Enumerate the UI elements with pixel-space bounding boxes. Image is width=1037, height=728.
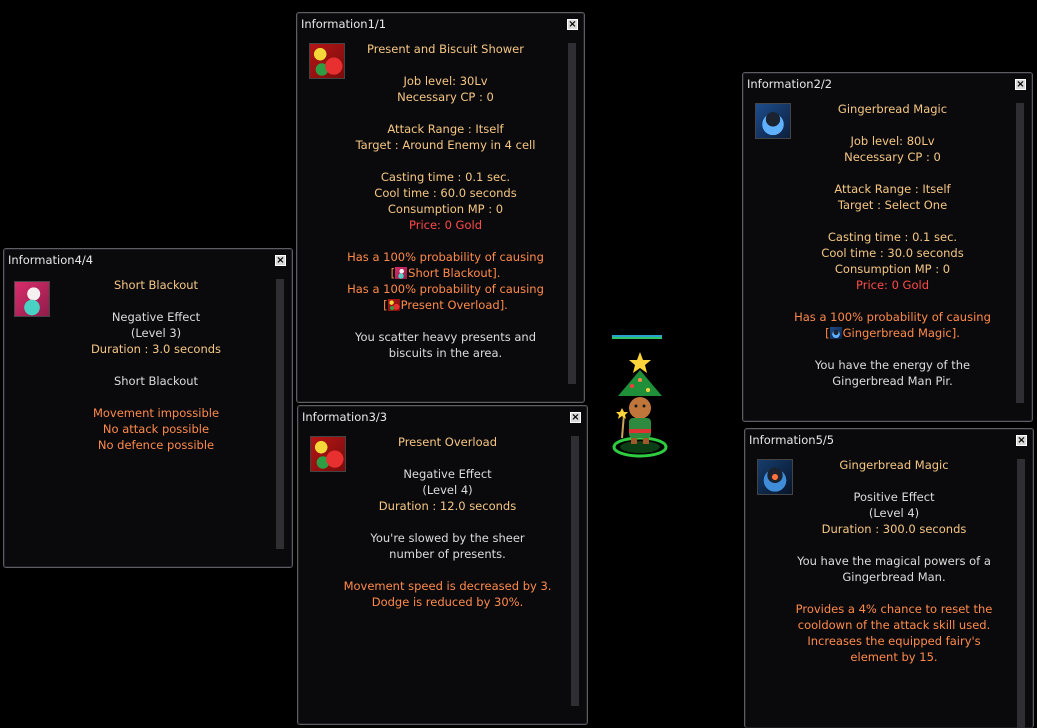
selection-ring-fill	[620, 441, 660, 453]
gingerbread-face	[629, 397, 651, 419]
description-line: You scatter heavy presents and	[355, 330, 536, 344]
short-blackout-icon	[14, 281, 50, 317]
description-line: Short Blackout	[113, 374, 199, 388]
skill-name: Present and Biscuit Shower	[367, 42, 524, 56]
effect-line: cooldown of the attack skill used.	[797, 618, 991, 632]
effect-type: Positive Effect	[853, 490, 935, 504]
effect-type: Negative Effect	[111, 310, 201, 324]
description-line: Gingerbread Man.	[842, 570, 946, 584]
description-line: Gingerbread Man Pir.	[832, 374, 953, 388]
description-line: You have the magical powers of a	[797, 554, 991, 568]
short-blackout-icon	[395, 267, 408, 279]
description-line: You have the energy of the	[814, 358, 971, 372]
effect-duration: Duration : 12.0 seconds	[378, 499, 517, 513]
info-window-4[interactable]: Information4/4 × Short Blackout Negative…	[3, 248, 293, 568]
probability-line: Has a 100% probability of causing	[794, 310, 991, 324]
price: Price: 0 Gold	[409, 218, 482, 232]
attack-range: Attack Range : Itself	[834, 182, 951, 196]
scrollbar[interactable]	[571, 436, 579, 706]
skill-name: Short Blackout	[113, 278, 199, 292]
casting-time: Casting time : 0.1 sec.	[380, 170, 511, 184]
necessary-cp: Necessary CP : 0	[844, 150, 941, 164]
cool-time: Cool time : 60.0 seconds	[374, 186, 517, 200]
scrollbar[interactable]	[276, 279, 284, 549]
necessary-cp: Necessary CP : 0	[397, 90, 494, 104]
description-line: biscuits in the area.	[388, 346, 503, 360]
effect-duration: Duration : 3.0 seconds	[90, 342, 222, 356]
hp-bar	[612, 335, 662, 337]
linked-effect[interactable]: [Short Blackout].	[337, 265, 554, 281]
wand	[621, 413, 625, 439]
window-title: Information3/3	[302, 410, 388, 424]
effect-type: Negative Effect	[403, 467, 492, 481]
consumption-mp: Consumption MP : 0	[834, 262, 951, 276]
effect-level: (Level 4)	[422, 483, 473, 497]
mp-bar	[612, 337, 662, 339]
window-title: Information4/4	[8, 253, 94, 267]
info-window-2[interactable]: Information2/2 × Gingerbread Magic Job l…	[742, 72, 1033, 422]
cool-time: Cool time : 30.0 seconds	[821, 246, 964, 260]
effect-line: No defence possible	[97, 438, 215, 452]
job-level: Job level: 80Lv	[850, 134, 935, 148]
effect-duration: Duration : 300.0 seconds	[821, 522, 967, 536]
effect-line: Dodge is reduced by 30%.	[371, 595, 524, 609]
costume-body	[629, 418, 651, 438]
effect-line: element by 15.	[850, 650, 938, 664]
linked-effect[interactable]: [Gingerbread Magic].	[783, 325, 1002, 341]
close-icon[interactable]: ×	[275, 255, 286, 266]
close-icon[interactable]: ×	[570, 412, 581, 423]
info-window-1[interactable]: Information1/1 × Present and Biscuit Sho…	[296, 12, 585, 403]
scrollbar[interactable]	[568, 43, 576, 384]
window-title: Information1/1	[301, 17, 387, 31]
scrollbar[interactable]	[1017, 459, 1025, 728]
effect-line: Increases the equipped fairy's	[807, 634, 981, 648]
effect-level: (Level 3)	[130, 326, 182, 340]
effect-line: Movement speed is decreased by 3.	[343, 579, 552, 593]
close-icon[interactable]: ×	[567, 19, 578, 30]
description-line: You're slowed by the sheer	[370, 531, 525, 545]
effect-line: Provides a 4% chance to reset the	[795, 602, 993, 616]
window-title: Information5/5	[749, 433, 835, 447]
close-icon[interactable]: ×	[1016, 435, 1027, 446]
star-icon	[629, 352, 651, 373]
scrollbar[interactable]	[1016, 103, 1024, 403]
target: Target : Select One	[837, 198, 948, 212]
probability-line: Has a 100% probability of causing	[347, 250, 544, 264]
skill-name: Present Overload	[397, 435, 498, 449]
effect-line: Movement impossible	[92, 406, 220, 420]
effect-line: No attack possible	[102, 422, 210, 436]
description-line: number of presents.	[389, 547, 506, 561]
probability-line: Has a 100% probability of causing	[347, 282, 544, 296]
consumption-mp: Consumption MP : 0	[387, 202, 504, 216]
target: Target : Around Enemy in 4 cell	[355, 138, 536, 152]
skill-name: Gingerbread Magic	[839, 458, 949, 472]
gingerbread-magic-icon	[829, 327, 842, 339]
job-level: Job level: 30Lv	[403, 74, 488, 88]
close-icon[interactable]: ×	[1015, 79, 1026, 90]
skill-name: Gingerbread Magic	[837, 102, 948, 116]
effect-level: (Level 4)	[868, 506, 920, 520]
price: Price: 0 Gold	[856, 278, 929, 292]
info-window-5[interactable]: Information5/5 × Gingerbread Magic Posit…	[744, 428, 1034, 728]
window-title: Information2/2	[747, 77, 833, 91]
tree-hat	[618, 370, 662, 396]
attack-range: Attack Range : Itself	[387, 122, 504, 136]
info-window-3[interactable]: Information3/3 × Present Overload Negati…	[297, 405, 588, 725]
linked-effect[interactable]: [Present Overload].	[337, 297, 554, 313]
character-sprite[interactable]	[608, 334, 672, 464]
casting-time: Casting time : 0.1 sec.	[827, 230, 958, 244]
present-overload-icon	[387, 299, 400, 311]
